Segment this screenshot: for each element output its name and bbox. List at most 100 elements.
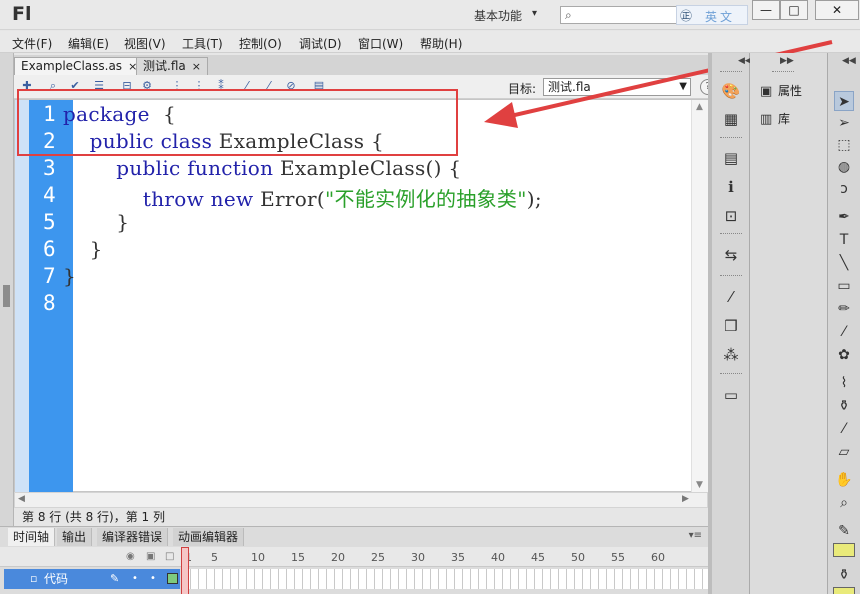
ime-logo-icon: ㊣ bbox=[680, 9, 693, 23]
panel-grip[interactable] bbox=[720, 275, 742, 278]
close-icon[interactable]: × bbox=[192, 60, 201, 73]
stroke-color-swatch[interactable] bbox=[833, 543, 855, 557]
playhead[interactable] bbox=[181, 547, 189, 594]
code-text-segment: } bbox=[116, 210, 130, 234]
menu-view[interactable]: 视图(V) bbox=[124, 35, 166, 52]
text-tool-icon[interactable]: T bbox=[834, 230, 854, 250]
frame-number: 15 bbox=[291, 551, 305, 564]
menu-debug[interactable]: 调试(D) bbox=[299, 35, 342, 52]
frame-number: 40 bbox=[491, 551, 505, 564]
panel-grip[interactable] bbox=[720, 373, 742, 376]
line-tool-icon[interactable]: ╲ bbox=[834, 253, 854, 273]
swatches-panel-icon[interactable]: ▦ bbox=[721, 109, 741, 129]
panel-grip[interactable] bbox=[772, 71, 794, 74]
collapse-icon[interactable]: ▶▶ bbox=[780, 56, 794, 66]
scroll-right-icon[interactable]: ▶ bbox=[682, 494, 689, 504]
menu-window[interactable]: 窗口(W) bbox=[358, 35, 403, 52]
tab-test-fla[interactable]: 测试.fla × bbox=[136, 57, 208, 75]
selection-tool-icon[interactable]: ➤ bbox=[834, 91, 854, 111]
layer-name-cell[interactable]: ▫ 代码 ✎ • • bbox=[4, 569, 180, 589]
tab-compiler-errors[interactable]: 编译器错误 bbox=[97, 528, 169, 546]
eye-icon[interactable]: ◉ bbox=[126, 551, 135, 562]
lasso-tool-icon[interactable]: ↄ bbox=[834, 179, 854, 199]
eyedropper-tool-icon[interactable]: ⁄ bbox=[834, 419, 854, 439]
paint-bucket-tool-icon[interactable]: ⚱ bbox=[834, 396, 854, 416]
menu-file[interactable]: 文件(F) bbox=[12, 35, 52, 52]
close-button[interactable]: ✕ bbox=[815, 0, 859, 20]
color-panel-icon[interactable]: 🎨 bbox=[721, 81, 741, 101]
outline-color-icon[interactable] bbox=[167, 573, 178, 584]
scroll-left-icon[interactable]: ◀ bbox=[18, 494, 25, 504]
lock-icon[interactable]: ▣ bbox=[146, 551, 155, 562]
maximize-button[interactable]: □ bbox=[780, 0, 808, 20]
eraser-tool-icon[interactable]: ▱ bbox=[834, 442, 854, 462]
panel-grip[interactable] bbox=[720, 71, 742, 74]
align-panel-icon[interactable]: ▤ bbox=[721, 148, 741, 168]
pencil-tool-icon[interactable]: ✏ bbox=[834, 299, 854, 319]
frame-ruler[interactable]: 1 5 10 15 20 25 30 35 40 45 50 55 60 bbox=[183, 547, 708, 567]
panel-grip[interactable] bbox=[720, 137, 742, 140]
search-icon: ⌕ bbox=[565, 8, 572, 22]
dock-grip[interactable] bbox=[3, 285, 10, 307]
lock-dot-icon[interactable]: • bbox=[150, 569, 156, 589]
tab-exampleclass-as[interactable]: ExampleClass.as × bbox=[14, 57, 145, 75]
outline-icon[interactable]: □ bbox=[165, 551, 174, 562]
components-panel-icon[interactable]: ❒ bbox=[721, 316, 741, 336]
target-select[interactable]: 测试.fla ▼ bbox=[543, 78, 691, 96]
help-search-input[interactable]: ⌕ bbox=[560, 6, 678, 24]
layer-row[interactable]: ▫ 代码 ✎ • • bbox=[0, 569, 708, 589]
horizontal-scrollbar[interactable]: ◀ ▶ bbox=[14, 492, 708, 508]
fill-color-icon[interactable]: ⚱ bbox=[834, 565, 854, 585]
fill-color-swatch[interactable] bbox=[833, 587, 855, 594]
frame-number: 25 bbox=[371, 551, 385, 564]
minimize-button[interactable]: — bbox=[752, 0, 780, 20]
chevron-down-icon[interactable]: ▾ bbox=[532, 8, 537, 19]
workspace-switcher[interactable]: 基本功能 bbox=[474, 7, 522, 24]
stroke-color-icon[interactable]: ✎ bbox=[834, 521, 854, 541]
panel-grip[interactable] bbox=[720, 233, 742, 236]
vertical-scrollbar[interactable]: ▲ ▼ bbox=[691, 100, 708, 493]
transform-panel-icon[interactable]: ⊡ bbox=[721, 206, 741, 226]
scroll-up-icon[interactable]: ▲ bbox=[696, 102, 703, 112]
tab-motion-editor[interactable]: 动画编辑器 bbox=[173, 528, 245, 546]
deco-tool-icon[interactable]: ✿ bbox=[834, 345, 854, 365]
menu-edit[interactable]: 编辑(E) bbox=[68, 35, 109, 52]
scroll-down-icon[interactable]: ▼ bbox=[696, 480, 703, 490]
hand-tool-icon[interactable]: ✋ bbox=[834, 470, 854, 490]
free-transform-tool-icon[interactable]: ⬚ bbox=[834, 135, 854, 155]
brush-tool-icon[interactable]: ⁄ bbox=[834, 322, 854, 342]
code-text[interactable]: package { public class ExampleClass { pu… bbox=[63, 100, 691, 493]
expand-icon[interactable]: ◀◀ bbox=[842, 56, 856, 66]
menu-control[interactable]: 控制(O) bbox=[239, 35, 282, 52]
3d-rotation-tool-icon[interactable]: ◍ bbox=[834, 157, 854, 177]
motion-presets-icon[interactable]: ⁂ bbox=[721, 345, 741, 365]
frame-number: 50 bbox=[571, 551, 585, 564]
menu-tools[interactable]: 工具(T) bbox=[182, 35, 223, 52]
code-snippets-panel-icon[interactable]: ⇆ bbox=[721, 245, 741, 265]
panel-menu-icon[interactable]: ▾≡ bbox=[689, 530, 702, 541]
bone-tool-icon[interactable]: ⌇ bbox=[834, 373, 854, 393]
frame-number: 35 bbox=[451, 551, 465, 564]
tab-timeline[interactable]: 时间轴 bbox=[8, 528, 56, 546]
tab-label: ExampleClass.as bbox=[21, 59, 123, 73]
subselection-tool-icon[interactable]: ➢ bbox=[834, 113, 854, 133]
frame-number: 30 bbox=[411, 551, 425, 564]
tab-output[interactable]: 输出 bbox=[57, 528, 93, 546]
properties-panel-tab[interactable]: ▣ 属性 bbox=[760, 82, 802, 101]
library-panel-tab[interactable]: ▥ 库 bbox=[760, 110, 790, 129]
breakpoint-gutter[interactable] bbox=[15, 100, 29, 493]
chevron-down-icon: ▼ bbox=[679, 81, 687, 92]
actions-panel-icon[interactable]: ⁄ bbox=[721, 287, 741, 307]
zoom-tool-icon[interactable]: ⌕ bbox=[834, 493, 854, 513]
menu-help[interactable]: 帮助(H) bbox=[420, 35, 462, 52]
info-panel-icon[interactable]: ℹ bbox=[721, 177, 741, 197]
ime-toolbar[interactable]: ㊣ 英文 bbox=[676, 5, 748, 25]
rectangle-tool-icon[interactable]: ▭ bbox=[834, 276, 854, 296]
project-panel-icon[interactable]: ▭ bbox=[721, 385, 741, 405]
pen-tool-icon[interactable]: ✒ bbox=[834, 207, 854, 227]
visibility-dot-icon[interactable]: • bbox=[132, 569, 138, 589]
ime-mode-label: 英文 bbox=[705, 10, 736, 24]
code-editor[interactable]: 1 2 3 4 5 6 7 8 package { public class E… bbox=[14, 99, 708, 493]
